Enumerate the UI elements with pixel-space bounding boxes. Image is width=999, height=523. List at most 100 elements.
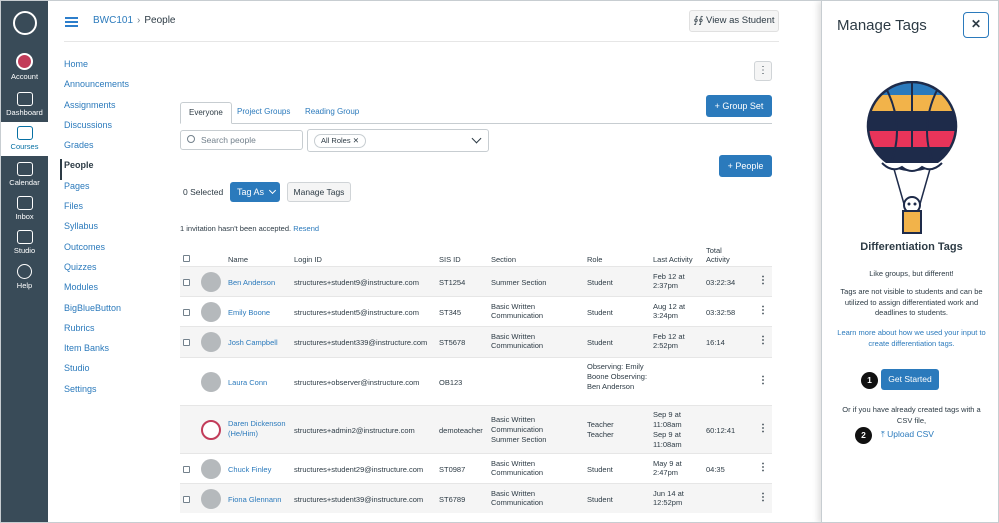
course-nav-item-people[interactable]: People (60, 159, 129, 180)
global-nav-dashboard[interactable]: Dashboard (1, 92, 48, 117)
global-nav-label: Studio (13, 246, 36, 255)
course-nav-item-settings[interactable]: Settings (64, 383, 129, 403)
course-nav-item-pages[interactable]: Pages (64, 180, 129, 200)
table-row[interactable]: Fiona Glennann structures+student39@inst… (180, 483, 772, 513)
tab-reading-group[interactable]: Reading Group (297, 102, 367, 123)
all-roles-chip[interactable]: All Roles ✕ (314, 134, 366, 148)
avatar (201, 489, 221, 509)
course-nav-item-assignments[interactable]: Assignments (64, 99, 129, 119)
tab-project-groups[interactable]: Project Groups (229, 102, 298, 123)
upload-csv-link[interactable]: ⤒ Upload CSV (881, 429, 934, 440)
course-nav-item-announcements[interactable]: Announcements (64, 78, 129, 98)
row-options-kebab[interactable]: ⋮ (758, 375, 768, 386)
column-header-sis[interactable]: SIS ID (439, 255, 461, 264)
course-nav-item-outcomes[interactable]: Outcomes (64, 241, 129, 261)
sis-id: ST345 (439, 308, 462, 317)
global-nav-calendar[interactable]: Calendar (1, 162, 48, 187)
all-roles-chip-label: All Roles (321, 136, 351, 145)
sis-id: ST6789 (439, 495, 466, 504)
table-row[interactable]: Chuck Finley structures+student29@instru… (180, 453, 772, 483)
person-name-link[interactable]: Daren Dickenson (He/Him) (228, 419, 290, 439)
person-name-link[interactable]: Chuck Finley (228, 465, 271, 474)
row-options-kebab[interactable]: ⋮ (758, 335, 768, 346)
sis-id: ST5678 (439, 338, 466, 347)
login-id: structures+student339@instructure.com (294, 338, 428, 347)
row-options-kebab[interactable]: ⋮ (758, 305, 768, 316)
login-id: structures+student9@instructure.com (294, 278, 419, 287)
login-id: structures+student39@instructure.com (294, 495, 424, 504)
avatar (201, 420, 221, 440)
canvas-logo-icon[interactable] (13, 11, 37, 35)
role: Student (587, 495, 613, 504)
get-started-button[interactable]: Get Started (881, 369, 939, 390)
breadcrumb-course-link[interactable]: BWC101 (93, 15, 133, 26)
hamburger-menu-icon[interactable] (65, 17, 78, 27)
global-nav-courses[interactable]: Courses (1, 122, 48, 156)
table-row[interactable]: Ben Anderson structures+student9@instruc… (180, 266, 772, 296)
global-nav-help[interactable]: Help (1, 264, 48, 290)
course-nav-item-rubrics[interactable]: Rubrics (64, 322, 129, 342)
table-row[interactable]: Josh Campbell structures+student339@inst… (180, 326, 772, 357)
row-options-kebab[interactable]: ⋮ (758, 462, 768, 473)
inbox-icon (16, 196, 33, 210)
course-nav-item-studio[interactable]: Studio (64, 362, 129, 382)
course-nav-item-discussions[interactable]: Discussions (64, 119, 129, 139)
role: Student (587, 465, 613, 474)
column-header-name[interactable]: Name (228, 255, 248, 264)
add-group-set-button[interactable]: + Group Set (706, 95, 772, 117)
tab-everyone[interactable]: Everyone (180, 102, 232, 124)
table-row[interactable]: Daren Dickenson (He/Him) structures+admi… (180, 405, 772, 453)
global-nav-label: Calendar (9, 178, 40, 187)
column-header-role[interactable]: Role (587, 255, 602, 264)
close-tray-button[interactable]: ✕ (963, 12, 989, 38)
page-options-kebab[interactable]: ⋮ (754, 61, 772, 81)
row-options-kebab[interactable]: ⋮ (758, 275, 768, 286)
column-header-last-activity[interactable]: Last Activity (653, 255, 693, 264)
person-name-link[interactable]: Emily Boone (228, 308, 270, 317)
sis-id: demoteacher (439, 426, 483, 435)
learn-more-link[interactable]: Learn more about how we used your input … (836, 328, 987, 349)
global-nav-inbox[interactable]: Inbox (1, 196, 48, 221)
select-all-checkbox[interactable] (183, 255, 190, 262)
row-options-kebab[interactable]: ⋮ (758, 492, 768, 503)
avatar (201, 459, 221, 479)
table-row[interactable]: Emily Boone structures+student5@instruct… (180, 296, 772, 326)
callout-badge-1: 1 (861, 372, 878, 389)
global-nav-account[interactable]: Account (1, 53, 48, 81)
search-people-input[interactable]: Search people (180, 130, 303, 150)
person-name-link[interactable]: Laura Conn (228, 378, 267, 387)
row-checkbox[interactable] (183, 279, 190, 286)
view-as-student-button[interactable]: ∮∮ View as Student (689, 10, 779, 32)
row-checkbox[interactable] (183, 496, 190, 503)
person-name-link[interactable]: Fiona Glennann (228, 495, 281, 504)
course-nav-item-grades[interactable]: Grades (64, 139, 129, 159)
row-checkbox[interactable] (183, 309, 190, 316)
table-row[interactable]: Laura Conn structures+observer@instructu… (180, 357, 772, 405)
person-name-link[interactable]: Ben Anderson (228, 278, 275, 287)
column-header-login[interactable]: Login ID (294, 255, 322, 264)
roles-filter-select[interactable]: All Roles ✕ (307, 129, 489, 152)
resend-link[interactable]: Resend (293, 224, 319, 233)
course-nav-item-item-banks[interactable]: Item Banks (64, 342, 129, 362)
course-nav-item-files[interactable]: Files (64, 200, 129, 220)
section: Basic Written Communication (491, 332, 544, 350)
course-nav-item-home[interactable]: Home (64, 58, 129, 78)
global-nav-studio[interactable]: Studio (1, 230, 48, 255)
course-nav-item-modules[interactable]: Modules (64, 281, 129, 301)
avatar (201, 372, 221, 392)
remove-chip-icon[interactable]: ✕ (353, 136, 359, 145)
tag-as-button[interactable]: Tag As (230, 182, 280, 202)
course-nav-item-bigbluebutton[interactable]: BigBlueButton (64, 302, 129, 322)
login-id: structures+student29@instructure.com (294, 465, 424, 474)
add-people-button[interactable]: + People (719, 155, 772, 177)
row-checkbox[interactable] (183, 339, 190, 346)
row-checkbox[interactable] (183, 466, 190, 473)
column-header-section[interactable]: Section (491, 255, 516, 264)
breadcrumb: BWC101 › People (93, 15, 176, 26)
course-nav-item-quizzes[interactable]: Quizzes (64, 261, 129, 281)
row-options-kebab[interactable]: ⋮ (758, 423, 768, 434)
manage-tags-button[interactable]: Manage Tags (287, 182, 351, 202)
person-name-link[interactable]: Josh Campbell (228, 338, 278, 347)
column-header-total-activity[interactable]: Total Activity (706, 246, 746, 264)
course-nav-item-syllabus[interactable]: Syllabus (64, 220, 129, 240)
